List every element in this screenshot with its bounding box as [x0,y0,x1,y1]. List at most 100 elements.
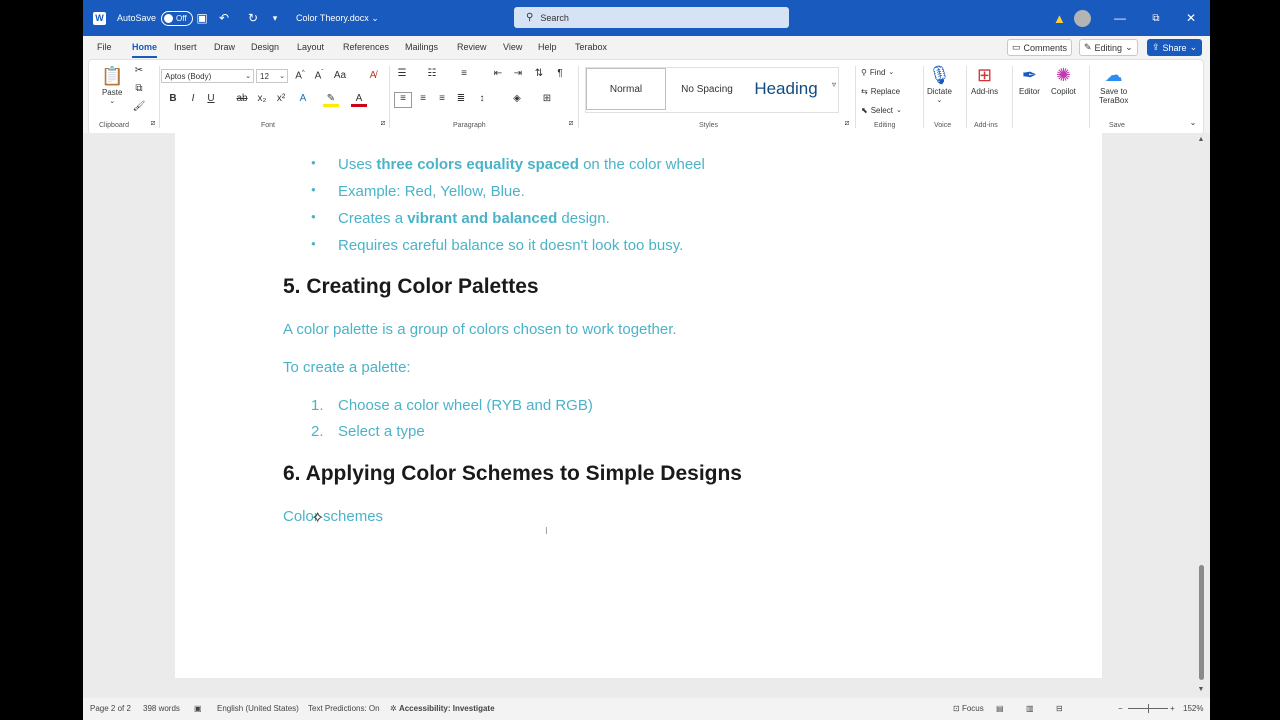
bullets-icon[interactable]: ☰ [394,68,410,79]
scroll-thumb[interactable] [1199,565,1204,680]
list-item: 2. Select a type [311,423,425,440]
editor-button[interactable]: ✒ Editor [1019,63,1040,96]
style-no-spacing[interactable]: No Spacing [668,68,746,110]
word-count[interactable]: 398 words [143,704,180,713]
replace-button[interactable]: ⇆ Replace [861,84,900,98]
customize-toolbar-icon[interactable]: ▾ [266,0,284,36]
addins-button[interactable]: ⊞ Add-ins [971,63,998,96]
editing-mode-button[interactable]: ✎ Editing ⌄ [1079,39,1138,56]
show-formatting-icon[interactable]: ¶ [552,68,568,79]
accessibility-icon: ✲ [390,704,397,713]
paragraph-dialog-launcher-icon[interactable]: ⧄ [563,120,579,128]
zoom-in-icon[interactable]: + [1170,704,1175,713]
document-name[interactable]: Color Theory.docx ⌄ [296,0,379,36]
magnifier-icon: ⚲ [861,67,867,77]
tab-view[interactable]: View [503,42,522,52]
text-effects-icon[interactable]: A [295,93,311,104]
font-family-select[interactable]: Aptos (Body) ⌄ [161,69,254,83]
strikethrough-icon[interactable]: ab [234,93,250,104]
avatar[interactable] [1074,0,1091,36]
styles-dialog-launcher-icon[interactable]: ⧄ [839,120,855,128]
tab-insert[interactable]: Insert [174,42,197,52]
tab-layout[interactable]: Layout [297,42,324,52]
tab-terabox[interactable]: Terabox [575,42,607,52]
copilot-button[interactable]: ✺ Copilot [1051,63,1076,96]
change-case-icon[interactable]: Aa [332,70,348,81]
zoom-out-icon[interactable]: − [1118,704,1123,713]
copy-icon[interactable]: ⧉ [131,83,147,94]
clear-formatting-icon[interactable]: A̸ [365,70,381,81]
restore-button[interactable]: ⧉ [1138,0,1174,36]
increase-indent-icon[interactable]: ⇥ [510,68,526,79]
warning-icon[interactable]: ▲ [1053,0,1066,36]
paste-button[interactable]: 📋 Paste ⌄ [101,64,123,105]
list-item: 1. Choose a color wheel (RYB and RGB) [311,397,593,414]
vertical-scrollbar[interactable]: ▲ ▼ [1195,133,1207,698]
zoom-level[interactable]: 152% [1183,704,1203,713]
undo-icon[interactable]: ↶ [215,0,233,36]
copilot-sparkle-icon[interactable]: ✧ [311,508,324,528]
align-right-icon[interactable]: ≡ [434,93,450,104]
select-button[interactable]: ⬉ Select ⌄ [861,103,902,117]
language[interactable]: English (United States) [217,704,299,713]
minimize-button[interactable]: — [1102,0,1138,36]
multilevel-list-icon[interactable]: ≡ [456,68,472,79]
numbering-icon[interactable]: ☷ [424,68,440,79]
accessibility-status[interactable]: ✲ Accessibility: Investigate [390,704,495,713]
grow-font-icon[interactable]: A^ [292,70,308,81]
format-painter-icon[interactable]: 🖌 [131,101,147,112]
focus-button[interactable]: ⊡ Focus [953,704,984,713]
cut-icon[interactable]: ✂ [131,65,147,76]
scroll-down-icon[interactable]: ▼ [1195,686,1207,693]
justify-icon[interactable]: ≣ [453,93,469,104]
page-count[interactable]: Page 2 of 2 [90,704,131,713]
web-layout-icon[interactable]: ⊟ [1056,704,1063,713]
redo-icon[interactable]: ↻ [244,0,262,36]
sort-icon[interactable]: ⇅ [531,68,547,79]
font-color-icon[interactable]: A [351,93,367,107]
autosave-toggle[interactable]: Off [161,10,193,26]
highlight-icon[interactable]: ✎ [323,93,339,107]
subscript-icon[interactable]: x₂ [254,93,270,104]
comments-button[interactable]: ▭ Comments [1007,39,1073,56]
save-icon[interactable]: ▣ [193,0,211,36]
tab-home[interactable]: Home [132,42,158,58]
tab-mailings[interactable]: Mailings [405,42,438,52]
scroll-up-icon[interactable]: ▲ [1195,136,1207,143]
shrink-font-icon[interactable]: Aˇ [311,70,327,81]
find-button[interactable]: ⚲ Find ⌄ [861,65,894,79]
zoom-slider[interactable] [1128,704,1168,713]
style-normal[interactable]: Normal [586,68,666,110]
tab-draw[interactable]: Draw [214,42,235,52]
close-button[interactable]: ✕ [1173,0,1209,36]
text-predictions[interactable]: Text Predictions: On [308,704,380,713]
style-heading[interactable]: Heading [746,68,826,110]
share-button[interactable]: ⇪ Share ⌄ [1147,39,1203,56]
dictate-button[interactable]: 🎙 Dictate ⌄ [927,63,952,104]
borders-icon[interactable]: ⊞ [539,93,555,104]
print-layout-icon[interactable]: ▥ [1026,704,1034,713]
save-to-terabox-button[interactable]: ☁ Save to TeraBox [1099,63,1128,105]
superscript-icon[interactable]: x² [273,93,289,104]
tab-references[interactable]: References [343,42,389,52]
tab-help[interactable]: Help [538,42,557,52]
tab-review[interactable]: Review [457,42,487,52]
align-left-icon[interactable]: ≡ [394,92,412,108]
autosave-control[interactable]: AutoSave Off [117,0,193,36]
line-spacing-icon[interactable]: ↕ [474,93,490,104]
bold-icon[interactable]: B [165,93,181,104]
font-size-select[interactable]: 12 ⌄ [256,69,288,83]
shading-icon[interactable]: ◈ [509,93,525,104]
document-page[interactable]: Uses three colors equality spaced on the… [175,133,1102,678]
collapse-ribbon-icon[interactable]: ⌄ [1185,118,1201,127]
tab-design[interactable]: Design [251,42,279,52]
read-mode-icon[interactable]: ▤ [996,704,1004,713]
proofing-icon[interactable]: ▣ [194,704,202,713]
search-box[interactable]: ⚲ Search [514,7,789,28]
italic-icon[interactable]: I [185,93,201,104]
align-center-icon[interactable]: ≡ [415,93,431,104]
decrease-indent-icon[interactable]: ⇤ [490,68,506,79]
tab-file[interactable]: File [97,42,112,52]
styles-more-icon[interactable]: ▿ [826,80,842,89]
underline-icon[interactable]: U [203,93,219,104]
